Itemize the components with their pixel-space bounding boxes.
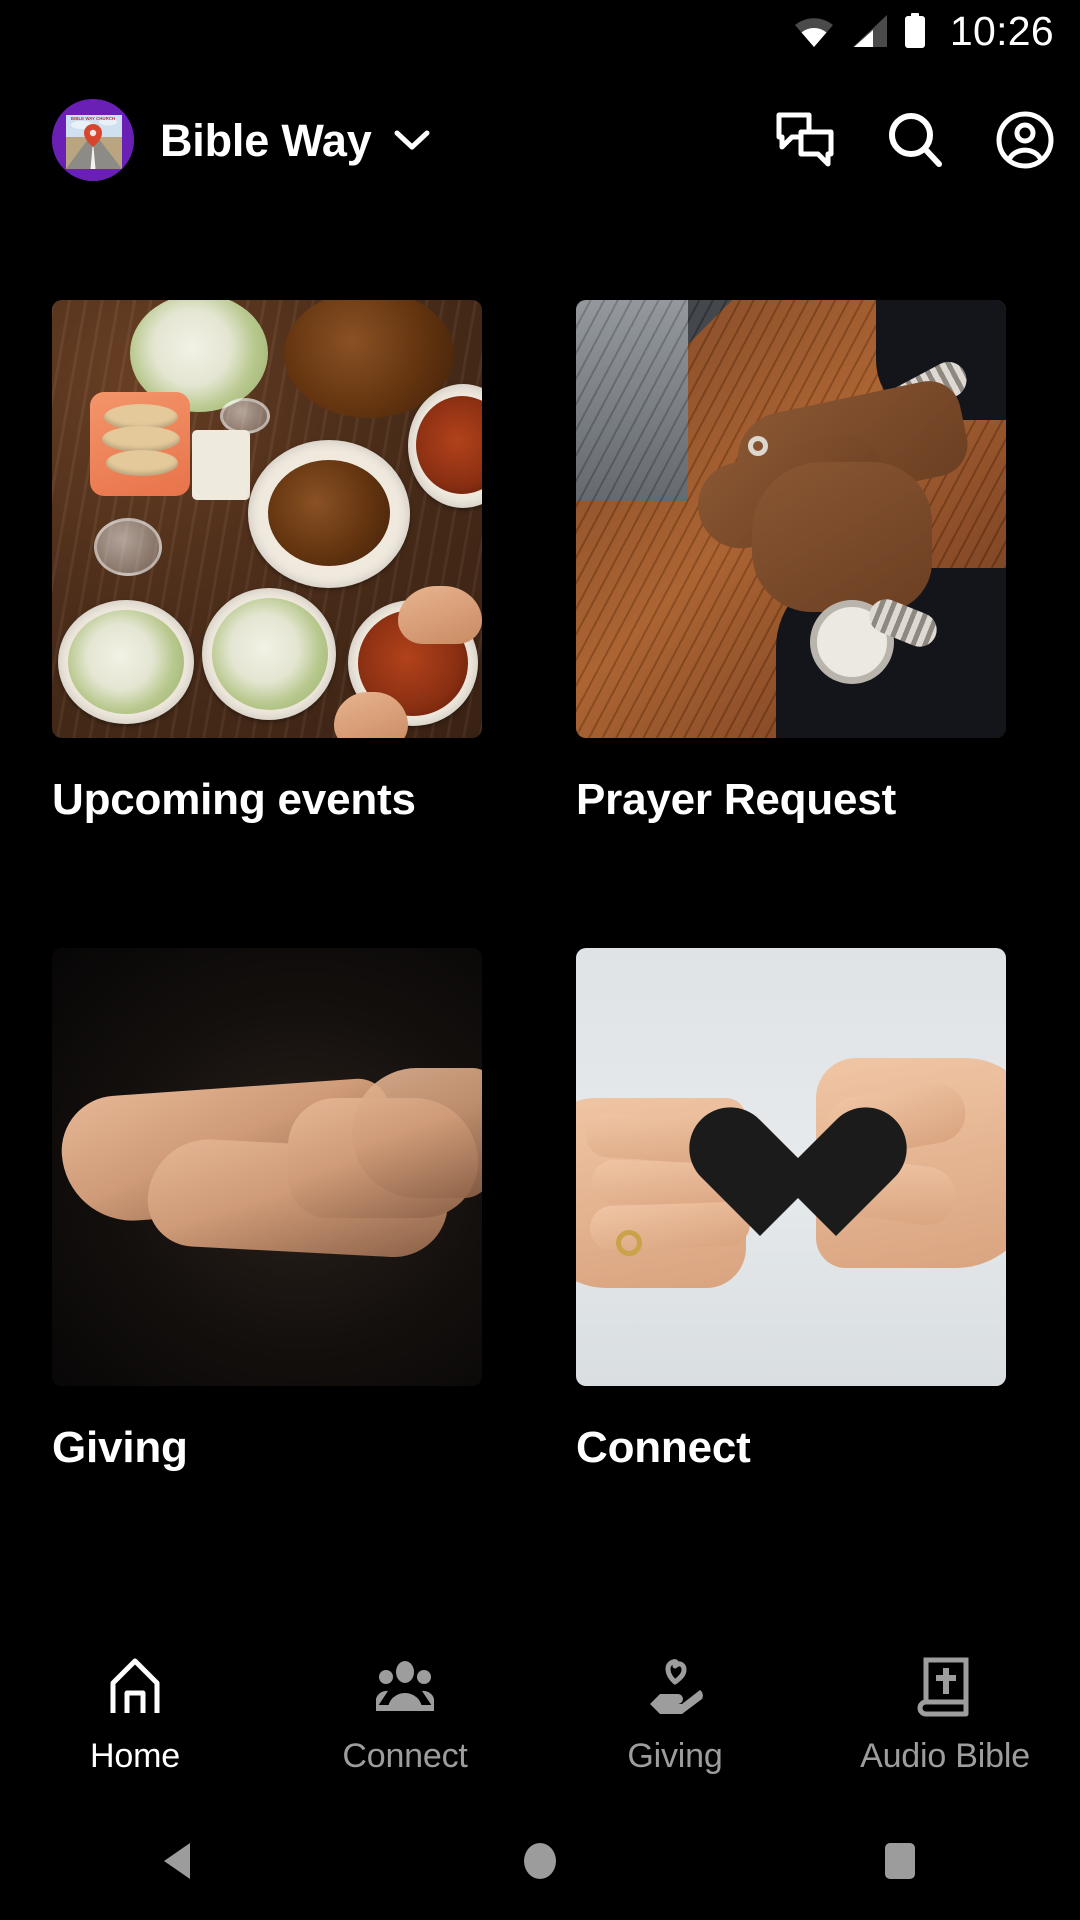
tab-audio-bible[interactable]: Audio Bible xyxy=(810,1657,1080,1773)
tab-label: Giving xyxy=(627,1736,723,1775)
card-title: Connect xyxy=(576,1422,751,1472)
people-group-icon xyxy=(374,1657,436,1717)
system-navigation-bar xyxy=(0,1802,1080,1920)
church-avatar[interactable]: BIBLE WAY CHURCH xyxy=(52,99,134,181)
home-circle-icon[interactable] xyxy=(480,1802,600,1920)
card-title: Prayer Request xyxy=(576,775,897,824)
account-circle-icon[interactable] xyxy=(996,111,1054,169)
tab-label: Home xyxy=(90,1736,180,1775)
app-screen: 10:26 BIBLE WAY CHURCH Bible Way Upcomin… xyxy=(0,0,1080,1920)
tab-label: Connect xyxy=(342,1736,468,1775)
paper-heart xyxy=(754,1112,904,1250)
hands-exchanging-paper-heart-photo[interactable] xyxy=(576,947,1006,1386)
card-upcoming-events[interactable]: Upcoming events xyxy=(52,300,504,826)
feature-card-grid: Upcoming events Prayer Request Giving Co… xyxy=(0,300,1080,1474)
card-prayer-request[interactable]: Prayer Request xyxy=(576,300,1028,826)
card-title: Upcoming events xyxy=(52,775,416,824)
status-bar: 10:26 xyxy=(0,0,1080,62)
recents-square-icon[interactable] xyxy=(840,1802,960,1920)
battery-full-icon xyxy=(903,13,927,49)
hand-heart-icon xyxy=(644,1657,706,1717)
avatar-artwork: BIBLE WAY CHURCH xyxy=(52,99,134,181)
tab-connect[interactable]: Connect xyxy=(270,1657,540,1773)
card-title: Giving xyxy=(52,1422,188,1472)
bible-book-icon xyxy=(916,1657,974,1717)
church-home-icon xyxy=(105,1657,165,1717)
org-switcher[interactable]: Bible Way xyxy=(160,118,776,163)
card-giving[interactable]: Giving xyxy=(52,947,504,1474)
bottom-navigation: Home Connect Giving Audio Bible xyxy=(0,1627,1080,1802)
cellular-signal-icon xyxy=(849,14,889,48)
back-triangle-icon[interactable] xyxy=(120,1802,240,1920)
header-actions xyxy=(776,111,1054,169)
card-connect[interactable]: Connect xyxy=(576,947,1028,1474)
clasped-hands-on-table-photo[interactable] xyxy=(576,300,1006,738)
tab-giving[interactable]: Giving xyxy=(540,1657,810,1773)
table-of-food-photo[interactable] xyxy=(52,300,482,738)
open-cupped-hands-photo[interactable] xyxy=(52,947,482,1386)
chevron-down-icon[interactable] xyxy=(392,127,432,153)
wifi-icon xyxy=(793,14,835,48)
org-name: Bible Way xyxy=(160,114,372,166)
svg-text:BIBLE WAY CHURCH: BIBLE WAY CHURCH xyxy=(71,116,115,121)
status-bar-clock: 10:26 xyxy=(949,7,1054,54)
search-icon[interactable] xyxy=(886,111,944,169)
tab-home[interactable]: Home xyxy=(0,1657,270,1773)
app-header: BIBLE WAY CHURCH Bible Way xyxy=(0,92,1080,188)
tab-label: Audio Bible xyxy=(860,1736,1030,1775)
messages-icon[interactable] xyxy=(776,111,834,169)
